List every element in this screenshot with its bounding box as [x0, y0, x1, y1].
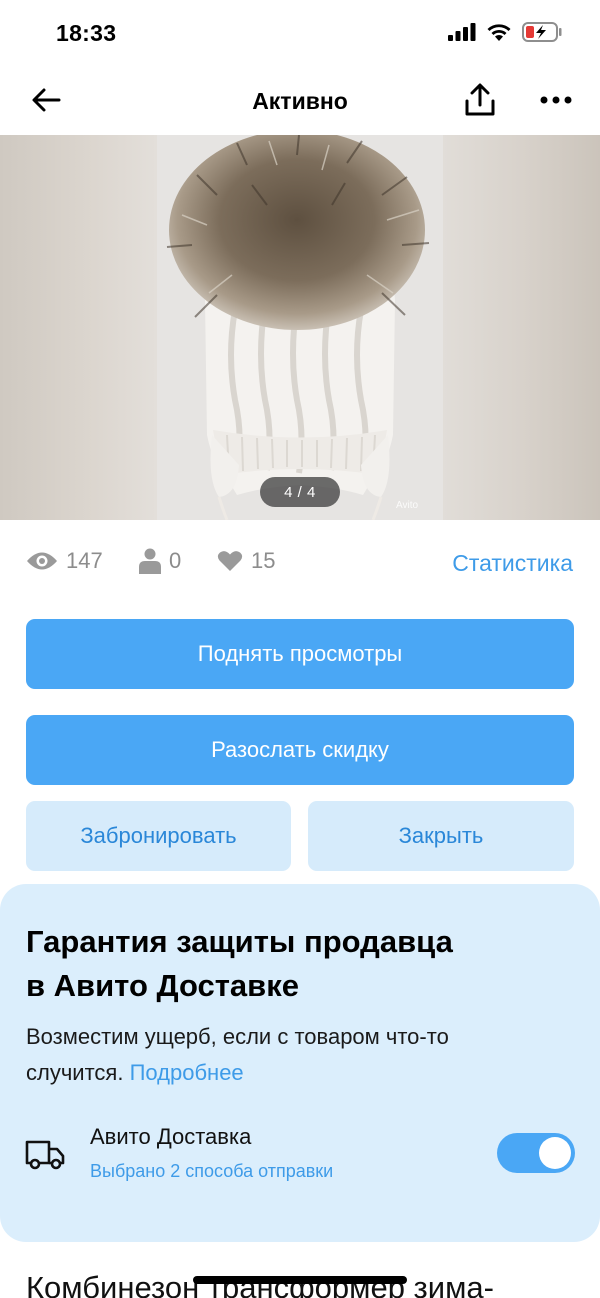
delivery-methods-link[interactable]: Выбрано 2 способа отправки	[90, 1161, 333, 1182]
status-icons	[448, 22, 562, 42]
protection-title: Гарантия защиты продавца в Авито Доставк…	[26, 920, 566, 1008]
more-info-link[interactable]: Подробнее	[130, 1060, 244, 1085]
person-icon	[139, 548, 161, 574]
reserve-button[interactable]: Забронировать	[26, 801, 291, 871]
cellular-signal-icon	[448, 23, 476, 41]
more-button[interactable]	[534, 80, 578, 120]
send-discount-button[interactable]: Разослать скидку	[26, 715, 574, 785]
protection-title-line1: Гарантия защиты продавца	[26, 924, 453, 959]
page-title: Активно	[252, 88, 348, 114]
status-time: 18:33	[56, 20, 117, 46]
gallery-blur-right	[443, 135, 600, 520]
nav-bar: Активно	[0, 70, 600, 134]
protection-description: Возместим ущерб, если с товаром что-то с…	[26, 1019, 546, 1091]
product-photo[interactable]	[157, 135, 443, 520]
more-dots-icon	[540, 96, 572, 104]
raise-views-button[interactable]: Поднять просмотры	[26, 619, 574, 689]
views-stat: 147	[26, 548, 103, 574]
delivery-truck-icon	[24, 1134, 66, 1174]
protection-title-line2: в Авито Доставке	[26, 968, 299, 1003]
statistics-link[interactable]: Статистика	[452, 550, 573, 577]
eye-icon	[27, 552, 57, 570]
close-listing-button[interactable]: Закрыть	[308, 801, 574, 871]
gallery-blur-left	[0, 135, 157, 520]
views-count: 147	[66, 548, 103, 573]
stats-row: 147 0 15 Статистика	[0, 540, 600, 586]
favorites-stat: 15	[217, 548, 275, 574]
battery-icon	[522, 22, 562, 42]
heart-icon	[217, 551, 243, 571]
status-bar: 18:33	[0, 0, 600, 70]
contacts-stat: 0	[139, 548, 181, 574]
favorites-count: 15	[251, 548, 276, 573]
share-button[interactable]	[460, 80, 500, 120]
contacts-count: 0	[169, 548, 182, 573]
delivery-title: Авито Доставка	[90, 1124, 252, 1149]
delivery-toggle[interactable]	[497, 1133, 575, 1173]
toggle-knob	[539, 1137, 571, 1169]
home-indicator	[193, 1276, 407, 1284]
listing-title: Комбинезон трансформер зима-	[26, 1270, 494, 1298]
seller-protection-panel: Гарантия защиты продавца в Авито Доставк…	[0, 884, 600, 1242]
wifi-icon	[487, 23, 511, 41]
avito-watermark: Avito	[396, 500, 419, 511]
share-icon	[465, 83, 495, 116]
photo-gallery[interactable]: 4 / 4 Avito	[0, 135, 600, 520]
photo-counter: 4 / 4	[260, 477, 340, 507]
knitted-hat-image	[157, 135, 443, 520]
